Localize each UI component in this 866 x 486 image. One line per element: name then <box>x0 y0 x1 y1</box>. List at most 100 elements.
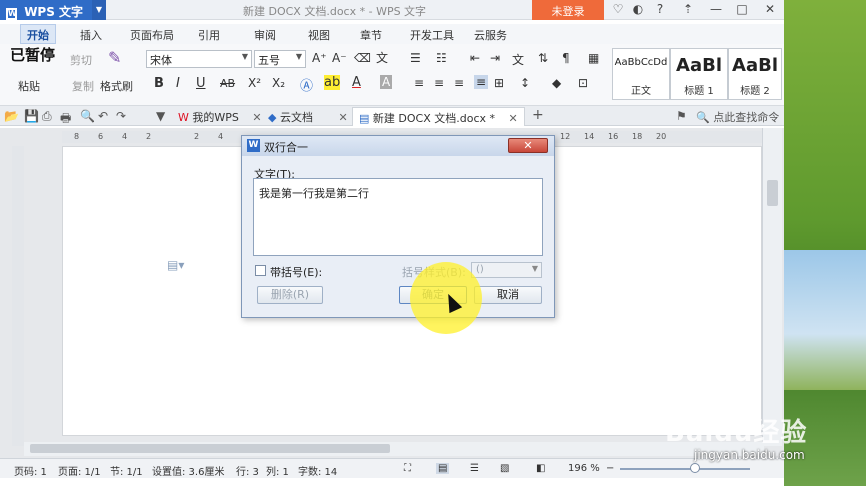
table-grid-icon[interactable]: ▦ <box>588 51 599 65</box>
strikethrough-icon[interactable]: AB <box>220 77 235 90</box>
scroll-thumb[interactable] <box>767 180 778 206</box>
clear-format-icon[interactable]: ⌫ <box>354 51 371 65</box>
underline-icon[interactable]: U <box>196 76 206 91</box>
paste-button[interactable]: 粘贴 <box>18 78 40 94</box>
sort-icon[interactable]: ⇅ <box>538 51 548 65</box>
cut-button[interactable]: 剪切 <box>70 52 92 68</box>
borders-icon[interactable]: ⊡ <box>578 76 588 90</box>
format-painter-button[interactable]: 格式刷 <box>100 78 133 94</box>
flag-icon[interactable]: ⚑ <box>676 109 687 123</box>
zoom-slider-handle[interactable] <box>690 463 700 473</box>
print-preview-icon[interactable]: 🔍 <box>80 109 95 123</box>
distributed-icon[interactable]: ⊞ <box>494 76 504 90</box>
justify-icon[interactable]: ≡ <box>474 75 489 89</box>
tab-developer[interactable]: 开发工具 <box>410 27 454 43</box>
paste-options-icon[interactable]: ▤▾ <box>167 258 184 272</box>
line-spacing-icon[interactable]: ↕ <box>520 76 530 90</box>
horizontal-scrollbar[interactable] <box>24 442 764 456</box>
bullet-list-icon[interactable]: ☰ <box>410 51 421 65</box>
font-size-select[interactable]: 五号 ▼ <box>254 50 306 68</box>
open-folder-icon[interactable]: 📂 <box>4 109 19 123</box>
close-icon[interactable]: ✕ <box>252 111 261 124</box>
tab-chapter[interactable]: 章节 <box>360 27 382 43</box>
export-pdf-icon[interactable]: ⎙ <box>42 109 52 124</box>
text-field[interactable]: 我是第一行我是第二行 <box>253 178 543 256</box>
status-word-count: 字数: 14 <box>298 467 338 478</box>
tab-cloud-docs[interactable]: ◆ 云文档 ✕ <box>262 107 354 126</box>
copy-button[interactable]: 复制 <box>72 78 94 94</box>
chevron-down-icon[interactable]: ▼ <box>156 109 165 123</box>
print-icon[interactable]: 🖶 <box>60 109 71 130</box>
tab-page-layout[interactable]: 页面布局 <box>130 27 174 43</box>
zoom-level[interactable]: 196 % <box>568 463 600 474</box>
chinese-layout-icon[interactable]: 文 <box>512 51 524 68</box>
decrease-indent-icon[interactable]: ⇤ <box>470 51 480 65</box>
align-right-icon[interactable]: ≡ <box>454 76 464 90</box>
page-view-icon[interactable]: ▤ <box>436 463 450 474</box>
chevron-down-icon[interactable]: ▼ <box>92 0 106 20</box>
tab-cloud[interactable]: 云服务 <box>474 27 507 43</box>
close-icon[interactable]: ✕ <box>338 111 347 124</box>
tab-view[interactable]: 视图 <box>308 27 330 43</box>
tab-start[interactable]: 开始 <box>20 24 56 44</box>
feedback-icon[interactable]: ◐ <box>630 2 646 18</box>
style-heading-2[interactable]: AaBl 标题 2 <box>728 48 782 100</box>
zoom-slider[interactable] <box>620 468 750 470</box>
dialog-title-bar[interactable]: W 双行合一 ✕ <box>242 136 554 156</box>
save-icon[interactable]: 💾 <box>24 109 39 123</box>
help-icon[interactable]: ? <box>652 2 668 18</box>
restore-ribbon-icon[interactable]: ⇡ <box>680 2 696 18</box>
bracket-style-select[interactable]: () ▼ <box>471 262 542 278</box>
skin-icon[interactable]: ♡ <box>610 2 626 18</box>
redo-icon[interactable]: ↷ <box>116 109 126 123</box>
format-painter-icon[interactable]: ✎ <box>108 48 121 67</box>
tab-current-document[interactable]: ▤ 新建 DOCX 文档.docx * ✕ <box>352 107 525 126</box>
paragraph-shading-icon[interactable]: ◆ <box>552 76 561 90</box>
app-menu-button[interactable]: W WPS 文字 ▼ <box>0 0 106 20</box>
highlight-color-icon[interactable]: ab <box>324 75 341 90</box>
align-center-icon[interactable]: ≡ <box>434 76 444 90</box>
align-left-icon[interactable]: ≡ <box>414 76 424 90</box>
outline-view-icon[interactable]: ☰ <box>470 463 479 474</box>
phonetic-guide-icon[interactable]: 文 <box>376 49 388 66</box>
style-heading-1[interactable]: AaBl 标题 1 <box>670 48 728 100</box>
undo-icon[interactable]: ↶ <box>98 109 108 123</box>
close-icon[interactable]: ✕ <box>509 112 518 125</box>
scroll-thumb[interactable] <box>30 444 390 453</box>
dialog-close-button[interactable]: ✕ <box>508 138 548 153</box>
maximize-icon[interactable]: □ <box>734 2 750 18</box>
minimize-icon[interactable]: — <box>708 2 724 18</box>
shrink-font-icon[interactable]: A⁻ <box>332 51 347 65</box>
command-search[interactable]: 🔍 点此查找命令 <box>696 109 779 125</box>
tab-insert[interactable]: 插入 <box>80 27 102 43</box>
tab-references[interactable]: 引用 <box>198 27 220 43</box>
vertical-scrollbar[interactable] <box>762 128 782 446</box>
delete-button[interactable]: 删除(R) <box>257 286 323 304</box>
zoom-out-icon[interactable]: − <box>606 463 614 474</box>
wps-logo-icon: W <box>6 8 17 20</box>
close-icon[interactable]: ✕ <box>762 2 778 18</box>
numbered-list-icon[interactable]: ☷ <box>436 51 447 65</box>
char-shading-icon[interactable]: A <box>380 75 393 89</box>
web-view-icon[interactable]: ▧ <box>500 463 509 474</box>
subscript-icon[interactable]: X₂ <box>272 76 285 90</box>
bracket-checkbox[interactable] <box>255 265 266 276</box>
tab-review[interactable]: 审阅 <box>254 27 276 43</box>
superscript-icon[interactable]: X² <box>248 76 261 90</box>
show-marks-icon[interactable]: ¶ <box>562 51 570 65</box>
cancel-button[interactable]: 取消 <box>474 286 542 304</box>
login-button[interactable]: 未登录 <box>532 0 604 20</box>
reading-view-icon[interactable]: ◧ <box>536 463 545 474</box>
style-normal[interactable]: AaBbCcDd 正文 <box>612 48 670 100</box>
bold-icon[interactable]: B <box>154 76 164 91</box>
increase-indent-icon[interactable]: ⇥ <box>490 51 500 65</box>
font-color-icon[interactable]: A <box>352 75 361 90</box>
italic-icon[interactable]: I <box>176 76 180 91</box>
new-tab-icon[interactable]: + <box>532 107 544 123</box>
font-name-select[interactable]: 宋体 ▼ <box>146 50 252 68</box>
vertical-ruler[interactable] <box>12 146 24 446</box>
text-effect-icon[interactable]: Ⓐ <box>300 75 313 94</box>
fullscreen-icon[interactable]: ⛶ <box>404 463 411 474</box>
tab-my-wps[interactable]: W 我的WPS ✕ <box>172 107 268 126</box>
grow-font-icon[interactable]: A⁺ <box>312 51 327 65</box>
